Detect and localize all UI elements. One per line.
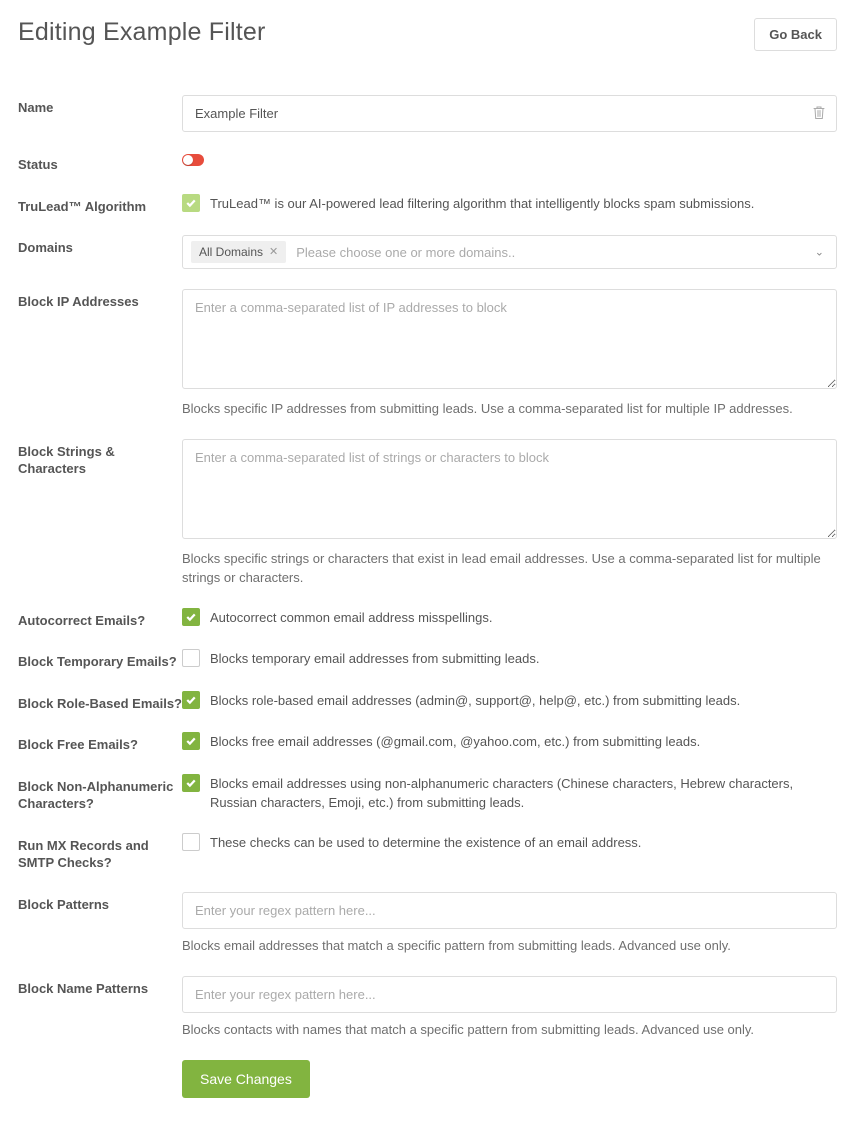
block-temp-checkbox[interactable] <box>182 649 200 667</box>
autocorrect-checkbox[interactable] <box>182 608 200 626</box>
save-button[interactable]: Save Changes <box>182 1060 310 1098</box>
autocorrect-label: Autocorrect Emails? <box>18 608 182 630</box>
block-temp-label: Block Temporary Emails? <box>18 649 182 671</box>
trulead-label: TruLead™ Algorithm <box>18 194 182 216</box>
block-name-patterns-label: Block Name Patterns <box>18 976 182 998</box>
block-free-description: Blocks free email addresses (@gmail.com,… <box>210 732 700 752</box>
domains-placeholder: Please choose one or more domains.. <box>296 245 828 260</box>
domain-tag[interactable]: All Domains ✕ <box>191 241 286 263</box>
name-label: Name <box>18 95 182 117</box>
run-mx-label: Run MX Records and SMTP Checks? <box>18 833 182 872</box>
block-patterns-input[interactable] <box>182 892 837 929</box>
block-nonalpha-description: Blocks email addresses using non-alphanu… <box>210 774 837 813</box>
page-title: Editing Example Filter <box>18 18 266 47</box>
block-patterns-label: Block Patterns <box>18 892 182 914</box>
block-role-checkbox[interactable] <box>182 691 200 709</box>
name-input[interactable] <box>182 95 837 132</box>
trash-icon[interactable] <box>813 105 825 122</box>
block-name-patterns-input[interactable] <box>182 976 837 1013</box>
block-strings-help: Blocks specific strings or characters th… <box>182 550 837 588</box>
block-ips-help: Blocks specific IP addresses from submit… <box>182 400 837 419</box>
block-role-label: Block Role-Based Emails? <box>18 691 182 713</box>
block-strings-textarea[interactable] <box>182 439 837 539</box>
block-nonalpha-checkbox[interactable] <box>182 774 200 792</box>
domain-tag-label: All Domains <box>199 245 263 259</box>
autocorrect-description: Autocorrect common email address misspel… <box>210 608 493 628</box>
block-nonalpha-label: Block Non-Alphanumeric Characters? <box>18 774 182 813</box>
block-ips-textarea[interactable] <box>182 289 837 389</box>
block-free-checkbox[interactable] <box>182 732 200 750</box>
go-back-button[interactable]: Go Back <box>754 18 837 51</box>
block-patterns-help: Blocks email addresses that match a spec… <box>182 937 837 956</box>
run-mx-checkbox[interactable] <box>182 833 200 851</box>
block-ips-label: Block IP Addresses <box>18 289 182 311</box>
status-label: Status <box>18 152 182 174</box>
block-role-description: Blocks role-based email addresses (admin… <box>210 691 740 711</box>
block-temp-description: Blocks temporary email addresses from su… <box>210 649 539 669</box>
domains-select[interactable]: All Domains ✕ Please choose one or more … <box>182 235 837 269</box>
tag-remove-icon[interactable]: ✕ <box>269 247 278 258</box>
block-strings-label: Block Strings & Characters <box>18 439 182 478</box>
trulead-description: TruLead™ is our AI-powered lead filterin… <box>210 194 754 214</box>
block-free-label: Block Free Emails? <box>18 732 182 754</box>
run-mx-description: These checks can be used to determine th… <box>210 833 641 853</box>
status-toggle[interactable] <box>182 154 204 166</box>
chevron-down-icon: ⌄ <box>815 246 824 259</box>
trulead-checkbox[interactable] <box>182 194 200 212</box>
domains-label: Domains <box>18 235 182 257</box>
